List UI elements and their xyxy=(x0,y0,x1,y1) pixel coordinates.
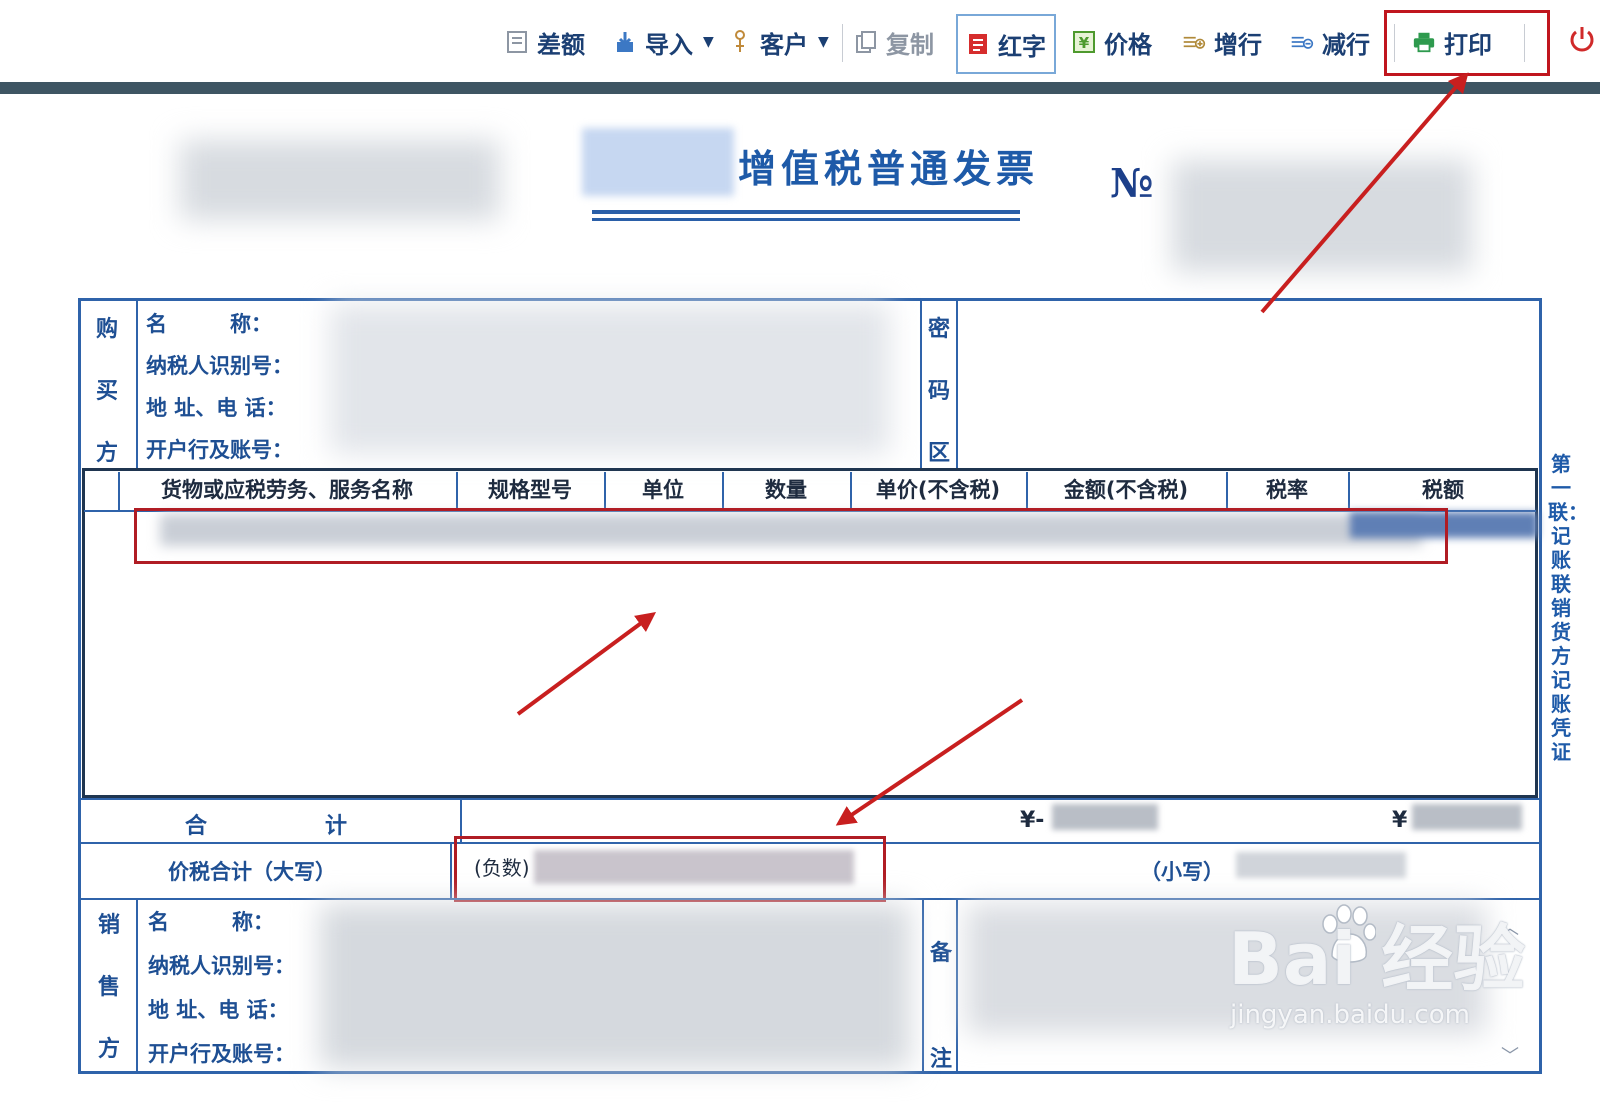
add-row-button[interactable]: 增行 xyxy=(1182,22,1262,62)
redacted-region xyxy=(320,904,910,1068)
header-bar xyxy=(0,82,1600,94)
difference-button[interactable]: 差额 xyxy=(505,22,585,62)
totals-label: 合计 xyxy=(185,813,466,839)
seller-name-label: 名 称： xyxy=(148,909,274,934)
print-highlight-box xyxy=(1384,10,1550,76)
red-invoice-icon xyxy=(966,32,990,56)
client-button[interactable]: 客户 ▼ xyxy=(728,22,829,62)
divider xyxy=(136,300,138,468)
buyer-address-label: 地 址、电 话： xyxy=(146,395,287,420)
import-label: 导入 xyxy=(645,30,693,59)
remark-char: 备 xyxy=(929,940,952,966)
buyer-char: 买 xyxy=(95,378,118,404)
seller-char: 方 xyxy=(97,1036,120,1062)
column-header-tax-rate: 税率 xyxy=(1266,478,1308,502)
cipher-side-label: 密 码 区 xyxy=(924,298,954,484)
power-icon[interactable] xyxy=(1567,24,1597,54)
divider xyxy=(956,898,958,1074)
chevron-down-icon[interactable]: ▼ xyxy=(703,34,714,50)
column-header-item: 货物或应税劳务、服务名称 xyxy=(161,478,413,502)
seller-side-label: 销 售 方 xyxy=(94,894,124,1080)
column-header-unit-price: 单价(不含税) xyxy=(875,478,1001,502)
red-invoice-label: 红字 xyxy=(998,32,1046,61)
column-header-spec: 规格型号 xyxy=(488,478,572,502)
invoice-title: 增值税普通发票 xyxy=(738,146,1040,191)
import-icon xyxy=(613,30,637,54)
remark-side-label: 备 注 xyxy=(926,900,956,1112)
cipher-char: 码 xyxy=(927,378,950,404)
grand-total-highlight-box xyxy=(454,836,886,902)
redacted-value xyxy=(1052,804,1158,830)
buyer-side-label: 购 买 方 xyxy=(92,298,122,484)
toolbar-separator xyxy=(842,24,843,62)
remark-char: 注 xyxy=(929,1046,952,1072)
seller-address-label: 地 址、电 话： xyxy=(148,997,289,1022)
invoice-number-mark: № xyxy=(1110,160,1154,207)
redacted-region xyxy=(582,128,734,196)
toolbar: 差额 导入 ▼ 客户 ▼ 复制 红字 ¥ 价格 增行 减行 打印 xyxy=(0,0,1600,82)
price-icon: ¥ xyxy=(1072,30,1096,54)
redacted-value xyxy=(1236,852,1406,878)
redacted-value xyxy=(1412,804,1522,830)
chevron-down-icon[interactable]: ▼ xyxy=(818,34,829,50)
grand-total-small-label: （小写） xyxy=(1140,859,1224,884)
copy-label: 复制 xyxy=(886,30,934,59)
title-underline xyxy=(592,210,1020,214)
column-header-unit: 单位 xyxy=(642,478,684,502)
divider xyxy=(80,798,1540,800)
red-invoice-button[interactable]: 红字 xyxy=(956,14,1056,74)
price-button[interactable]: ¥ 价格 xyxy=(1072,22,1152,62)
watermark: Bai 经验 xyxy=(1228,917,1526,1001)
seller-bank-label: 开户行及账号： xyxy=(148,1041,295,1066)
divider xyxy=(920,300,922,468)
column-header-quantity: 数量 xyxy=(765,478,807,502)
seller-taxid-label: 纳税人识别号： xyxy=(148,953,295,978)
divider xyxy=(136,898,138,1074)
remove-row-label: 减行 xyxy=(1322,30,1370,59)
total-amount-prefix: ¥- xyxy=(1020,808,1045,833)
copy-icon xyxy=(854,30,878,54)
column-header-tax: 税额 xyxy=(1422,478,1464,502)
title-underline xyxy=(592,218,1020,221)
remove-row-button[interactable]: 减行 xyxy=(1290,22,1370,62)
item-row-highlight-box xyxy=(134,508,1448,564)
document-icon xyxy=(505,30,529,54)
buyer-name-label: 名 称： xyxy=(146,311,272,336)
watermark-url: jingyan.baidu.com xyxy=(1230,1000,1470,1030)
import-button[interactable]: 导入 ▼ xyxy=(613,22,714,62)
price-label: 价格 xyxy=(1104,30,1152,59)
copy-button[interactable]: 复制 xyxy=(854,22,934,62)
redacted-region xyxy=(180,140,500,220)
divider xyxy=(450,842,452,898)
remove-row-icon xyxy=(1290,30,1314,54)
copy-note: 第一联：记账联 销货方记账凭证 xyxy=(1548,452,1588,764)
redacted-region xyxy=(330,304,890,454)
seller-char: 售 xyxy=(97,974,120,1000)
client-icon xyxy=(728,30,752,54)
scroll-down-arrow-icon[interactable]: ﹀ xyxy=(1500,1042,1520,1067)
grand-total-label: 价税合计（大写） xyxy=(168,859,336,884)
buyer-taxid-label: 纳税人识别号： xyxy=(146,353,293,378)
column-header-amount: 金额(不含税) xyxy=(1063,478,1189,502)
svg-text:¥: ¥ xyxy=(1079,34,1090,52)
buyer-bank-label: 开户行及账号： xyxy=(146,437,293,462)
total-tax-prefix: ¥ xyxy=(1392,808,1408,833)
buyer-char: 购 xyxy=(95,316,118,342)
add-row-icon xyxy=(1182,30,1206,54)
redacted-region xyxy=(1172,160,1472,272)
divider xyxy=(956,300,958,468)
difference-label: 差额 xyxy=(537,30,585,59)
divider xyxy=(922,898,924,1074)
seller-char: 销 xyxy=(97,912,120,938)
client-label: 客户 xyxy=(760,30,808,59)
add-row-label: 增行 xyxy=(1214,30,1262,59)
cipher-char: 密 xyxy=(927,316,950,342)
